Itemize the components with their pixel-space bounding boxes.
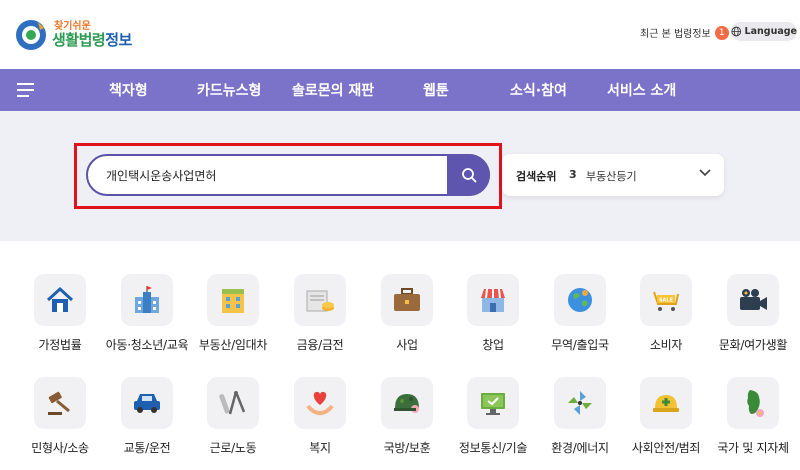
tools-icon — [207, 377, 259, 429]
category-real-estate-lease[interactable]: 부동산/임대차 — [188, 274, 278, 364]
nav-item-solomon-trial[interactable]: 솔로몬의 재판 — [292, 80, 374, 100]
rank-label: 검색순위 — [516, 170, 557, 183]
category-culture-leisure[interactable]: 문화/여가생활 — [708, 274, 798, 364]
category-ict-technology[interactable]: 정보통신/기술 — [448, 377, 538, 467]
monitor-icon — [467, 377, 519, 429]
svg-text:SALE: SALE — [659, 298, 674, 304]
search-button[interactable] — [447, 154, 490, 196]
recent-count-badge: 1 — [714, 25, 729, 40]
main-nav: 책자형 카드뉴스형 솔로몬의 재판 웹툰 소식·참여 서비스 소개 — [0, 69, 800, 111]
heart-hands-icon — [294, 377, 346, 429]
camera-icon — [727, 274, 779, 326]
search-bar[interactable]: 개인택시운송사업면허 — [86, 154, 490, 196]
nav-item-service-intro[interactable]: 서비스 소개 — [607, 80, 676, 100]
nav-item-booklet[interactable]: 책자형 — [109, 80, 148, 100]
category-welfare[interactable]: 복지 — [275, 377, 365, 467]
language-button[interactable]: Language — [731, 22, 797, 41]
nav-item-news-participation[interactable]: 소식·참여 — [510, 80, 567, 100]
korea-map-icon — [727, 377, 779, 429]
category-finance-money[interactable]: 금융/금전 — [275, 274, 365, 364]
category-environment-energy[interactable]: 환경/에너지 — [535, 377, 625, 467]
building-icon — [207, 274, 259, 326]
language-label: Language — [744, 26, 797, 37]
search-icon — [461, 168, 476, 183]
category-defense-veterans[interactable]: 국방/보훈 — [362, 377, 452, 467]
category-label: 국가 및 지자체 — [717, 441, 789, 455]
category-consumer[interactable]: SALE 소비자 — [621, 274, 711, 364]
hardhat-icon — [640, 377, 692, 429]
recent-law-info-label: 최근 본 법령정보 — [640, 29, 711, 40]
category-labor[interactable]: 근로/노동 — [188, 377, 278, 467]
nav-item-cardnews[interactable]: 카드뉴스형 — [197, 80, 261, 100]
sale-cart-icon: SALE — [640, 274, 692, 326]
house-icon — [34, 274, 86, 326]
nav-item-webtoon[interactable]: 웹툰 — [423, 80, 449, 100]
category-child-youth-education[interactable]: 아동·청소년/교육 — [102, 274, 192, 364]
category-social-safety-crime[interactable]: 사회안전/범죄 — [621, 377, 711, 467]
site-header: 찾기쉬운 생활법령정보 최근 본 법령정보 1 Language — [0, 0, 800, 69]
gavel-icon — [34, 377, 86, 429]
logo-icon — [16, 20, 46, 50]
category-traffic-driving[interactable]: 교통/운전 — [102, 377, 192, 467]
pinwheel-icon — [554, 377, 606, 429]
category-trade-immigration[interactable]: 무역/출입국 — [535, 274, 625, 364]
search-input[interactable]: 개인택시운송사업면허 — [106, 167, 216, 184]
school-icon — [121, 274, 173, 326]
recent-law-info-link[interactable]: 최근 본 법령정보 1 — [640, 25, 729, 40]
menu-icon[interactable] — [17, 83, 34, 97]
globe-icon — [554, 274, 606, 326]
helmet-icon — [381, 377, 433, 429]
briefcase-icon — [381, 274, 433, 326]
category-startup[interactable]: 창업 — [448, 274, 538, 364]
category-civil-criminal-litigation[interactable]: 민형사/소송 — [15, 377, 105, 467]
money-icon — [294, 274, 346, 326]
category-label: 문화/여가생활 — [718, 338, 788, 352]
globe-icon — [731, 26, 742, 37]
rank-term: 부동산등기 — [586, 170, 637, 183]
rank-number: 3 — [569, 168, 577, 181]
search-rank-dropdown[interactable]: 검색순위 3 부동산등기 — [502, 154, 724, 196]
storefront-icon — [467, 274, 519, 326]
category-state-local-government[interactable]: 국가 및 지자체 — [708, 377, 798, 467]
logo-title: 생활법령정보 — [52, 31, 132, 49]
chevron-down-icon — [699, 169, 711, 177]
site-logo[interactable]: 찾기쉬운 생활법령정보 — [14, 14, 144, 54]
category-family-law[interactable]: 가정법률 — [15, 274, 105, 364]
category-business[interactable]: 사업 — [362, 274, 452, 364]
car-icon — [121, 377, 173, 429]
